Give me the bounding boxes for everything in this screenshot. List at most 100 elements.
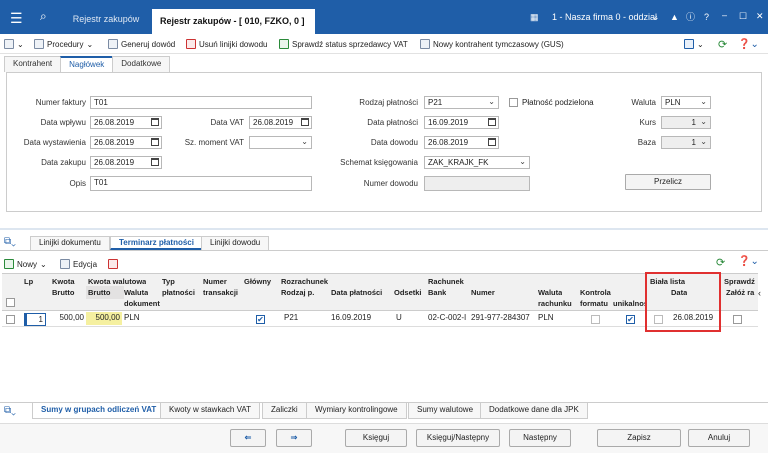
tab-rejestr-zakupow-document[interactable]: Rejestr zakupów - [ 010, FZKO, 0 ] - xyxy=(152,9,315,42)
row-unikalnosc-checkbox[interactable] xyxy=(626,315,635,324)
col-kontrola[interactable]: Kontrola xyxy=(580,288,611,297)
tab-sumy-vat[interactable]: Sumy w grupach odliczeń VAT xyxy=(32,403,166,419)
tab-rejestr-zakupow[interactable]: Rejestr zakupów xyxy=(60,10,152,34)
anuluj-button[interactable]: Anuluj xyxy=(688,429,750,447)
company-selector[interactable]: 1 - Nasza firma 0 - oddział xyxy=(552,11,657,23)
col-rodzaj-p[interactable]: Rodzaj p. xyxy=(281,288,314,297)
col-rachunek[interactable]: Rachunek xyxy=(428,277,464,286)
col-bank[interactable]: Bank xyxy=(428,288,446,297)
tab-dodatkowe[interactable]: Dodatkowe xyxy=(112,56,171,72)
row-kontrola-checkbox[interactable] xyxy=(591,315,600,324)
ksieguj-button[interactable]: Księguj xyxy=(345,429,407,447)
row-waluta[interactable]: PLN xyxy=(124,313,140,322)
ksieguj-nastepny-button[interactable]: Księguj/Następny xyxy=(416,429,500,447)
nastepny-button[interactable]: Następny xyxy=(509,429,571,447)
tab-naglowek[interactable]: Nagłówek xyxy=(60,56,114,72)
tab-linijki-dowodu[interactable]: Linijki dowodu xyxy=(201,236,270,250)
info-icon[interactable]: ⓘ xyxy=(686,11,695,23)
calendar-icon[interactable] xyxy=(151,158,159,166)
help-icon[interactable]: ❓⌄ xyxy=(738,256,759,267)
help-icon[interactable]: ? xyxy=(704,11,709,23)
calendar-icon[interactable] xyxy=(301,118,309,126)
tab-linijki-dokumentu[interactable]: Linijki dokumentu xyxy=(30,236,110,250)
refresh-icon[interactable]: ⟳ xyxy=(718,37,727,51)
col-odsetki[interactable]: Odsetki xyxy=(394,288,424,297)
zapisz-button[interactable]: Zapisz xyxy=(597,429,681,447)
calendar-icon[interactable] xyxy=(151,118,159,126)
previous-button[interactable]: ⇐ xyxy=(230,429,266,447)
data-zakupu-field[interactable]: 26.08.2019 xyxy=(90,156,162,169)
tab-jpk[interactable]: Dodatkowe dane dla JPK xyxy=(480,403,588,419)
col-data-platnosci[interactable]: Data płatności xyxy=(331,288,382,297)
row-rodzaj[interactable]: P21 xyxy=(284,313,298,322)
row-odsetki[interactable]: U xyxy=(396,313,402,322)
data-wplywu-field[interactable]: 26.08.2019 xyxy=(90,116,162,129)
grid-apps-icon[interactable]: ▦ xyxy=(530,11,539,23)
col-numer[interactable]: Numer xyxy=(471,288,495,297)
row-brutto-wal[interactable]: 500,00 xyxy=(86,312,122,325)
help-button[interactable]: ❓⌄ xyxy=(738,37,759,51)
schemat-ksiegowania-select[interactable]: ZAK_KRAJK_FK ⌄ xyxy=(424,156,530,169)
col-rozrachunek[interactable]: Rozrachunek xyxy=(281,277,329,286)
usun-linijki-button[interactable]: Usuń linijki dowodu xyxy=(186,37,267,51)
tab-zaliczki[interactable]: Zaliczki xyxy=(262,403,307,419)
tab-kontrahent[interactable]: Kontrahent xyxy=(4,56,62,72)
nowy-button[interactable]: Nowy ⌄ xyxy=(4,257,47,271)
scroll-left-icon[interactable]: ‹ xyxy=(758,288,761,298)
tab-sumy-walutowe[interactable]: Sumy walutowe xyxy=(408,403,483,419)
edycja-button[interactable]: Edycja xyxy=(60,257,97,271)
search-icon[interactable]: ⌕ xyxy=(40,9,47,24)
col-typ[interactable]: Typ xyxy=(162,277,175,286)
row-bank[interactable]: 02-C-002-I xyxy=(428,313,469,322)
data-vat-field[interactable]: 26.08.2019 xyxy=(249,116,312,129)
col-kwota-walutowa[interactable]: Kwota walutowa xyxy=(88,277,146,286)
col-numer-transakcji[interactable]: Numer xyxy=(203,277,227,286)
row-numer[interactable]: 291-977-284307 xyxy=(471,313,530,322)
calendar-icon[interactable] xyxy=(151,138,159,146)
delete-row-button[interactable] xyxy=(108,257,118,271)
numer-faktury-field[interactable]: T01 xyxy=(90,96,312,109)
calendar-icon[interactable] xyxy=(488,138,496,146)
col-kwota[interactable]: Kwota xyxy=(52,277,75,286)
col-lp[interactable]: Lp xyxy=(24,277,33,286)
maximize-icon[interactable]: ☐ xyxy=(739,10,747,22)
print-button[interactable]: ⌄ xyxy=(4,37,24,51)
tab-wymiary[interactable]: Wymiary kontrolingowe xyxy=(306,403,407,419)
opis-field[interactable]: T01 xyxy=(90,176,312,191)
next-arrow-button[interactable]: ⇒ xyxy=(276,429,312,447)
col-brutto-wal[interactable]: Brutto xyxy=(88,288,111,297)
data-wystawienia-field[interactable]: 26.08.2019 xyxy=(90,136,162,149)
tab-kwoty-stawkach[interactable]: Kwoty w stawkach VAT xyxy=(160,403,260,419)
row-glowny-checkbox[interactable] xyxy=(256,315,265,324)
row-data-platnosci[interactable]: 16.09.2019 xyxy=(331,313,371,322)
col-waluta-dok[interactable]: Waluta xyxy=(124,288,148,297)
procedury-button[interactable]: Procedury ⌄ xyxy=(34,37,93,51)
waluta-select[interactable]: PLN ⌄ xyxy=(661,96,711,109)
sz-moment-vat-select[interactable]: ⌄ xyxy=(249,136,312,149)
przelicz-button[interactable]: Przelicz xyxy=(625,174,711,190)
platnosc-podzielona-checkbox[interactable] xyxy=(509,98,518,107)
layout-icon[interactable]: ⧉⌄ xyxy=(4,236,16,247)
calendar-icon[interactable] xyxy=(488,118,496,126)
row-waluta-rach[interactable]: PLN xyxy=(538,313,554,322)
generuj-dowod-button[interactable]: Generuj dowód xyxy=(108,37,175,51)
col-zaloz[interactable]: Załóż ra xyxy=(726,288,758,297)
col-waluta-rach[interactable]: Waluta xyxy=(538,288,562,297)
row-checkbox[interactable] xyxy=(6,315,15,324)
select-all-checkbox[interactable] xyxy=(6,298,15,307)
row-zaloz-checkbox[interactable] xyxy=(733,315,742,324)
nowy-kontrahent-button[interactable]: Nowy kontrahent tymczasowy (GUS) xyxy=(420,37,564,51)
sprawdz-status-button[interactable]: Sprawdź status sprzedawcy VAT xyxy=(279,37,408,51)
data-platnosci-field[interactable]: 16.09.2019 xyxy=(424,116,499,129)
col-sprawdz[interactable]: Sprawdź xyxy=(724,277,758,286)
chevron-down-icon[interactable]: ⌄ xyxy=(652,11,660,23)
tab-terminarz-platnosci[interactable]: Terminarz płatności xyxy=(110,236,203,250)
minimize-icon[interactable]: – xyxy=(722,9,727,21)
bell-icon[interactable]: ▲ xyxy=(670,11,679,23)
data-dowodu-field[interactable]: 26.08.2019 xyxy=(424,136,499,149)
rodzaj-platnosci-select[interactable]: P21 ⌄ xyxy=(424,96,499,109)
refresh-icon[interactable]: ⟳ xyxy=(716,256,725,269)
layout-icon[interactable]: ⧉⌄ xyxy=(4,405,16,416)
row-brutto[interactable]: 500,00 xyxy=(50,313,84,322)
hamburger-menu-icon[interactable]: ☰ xyxy=(10,10,23,27)
